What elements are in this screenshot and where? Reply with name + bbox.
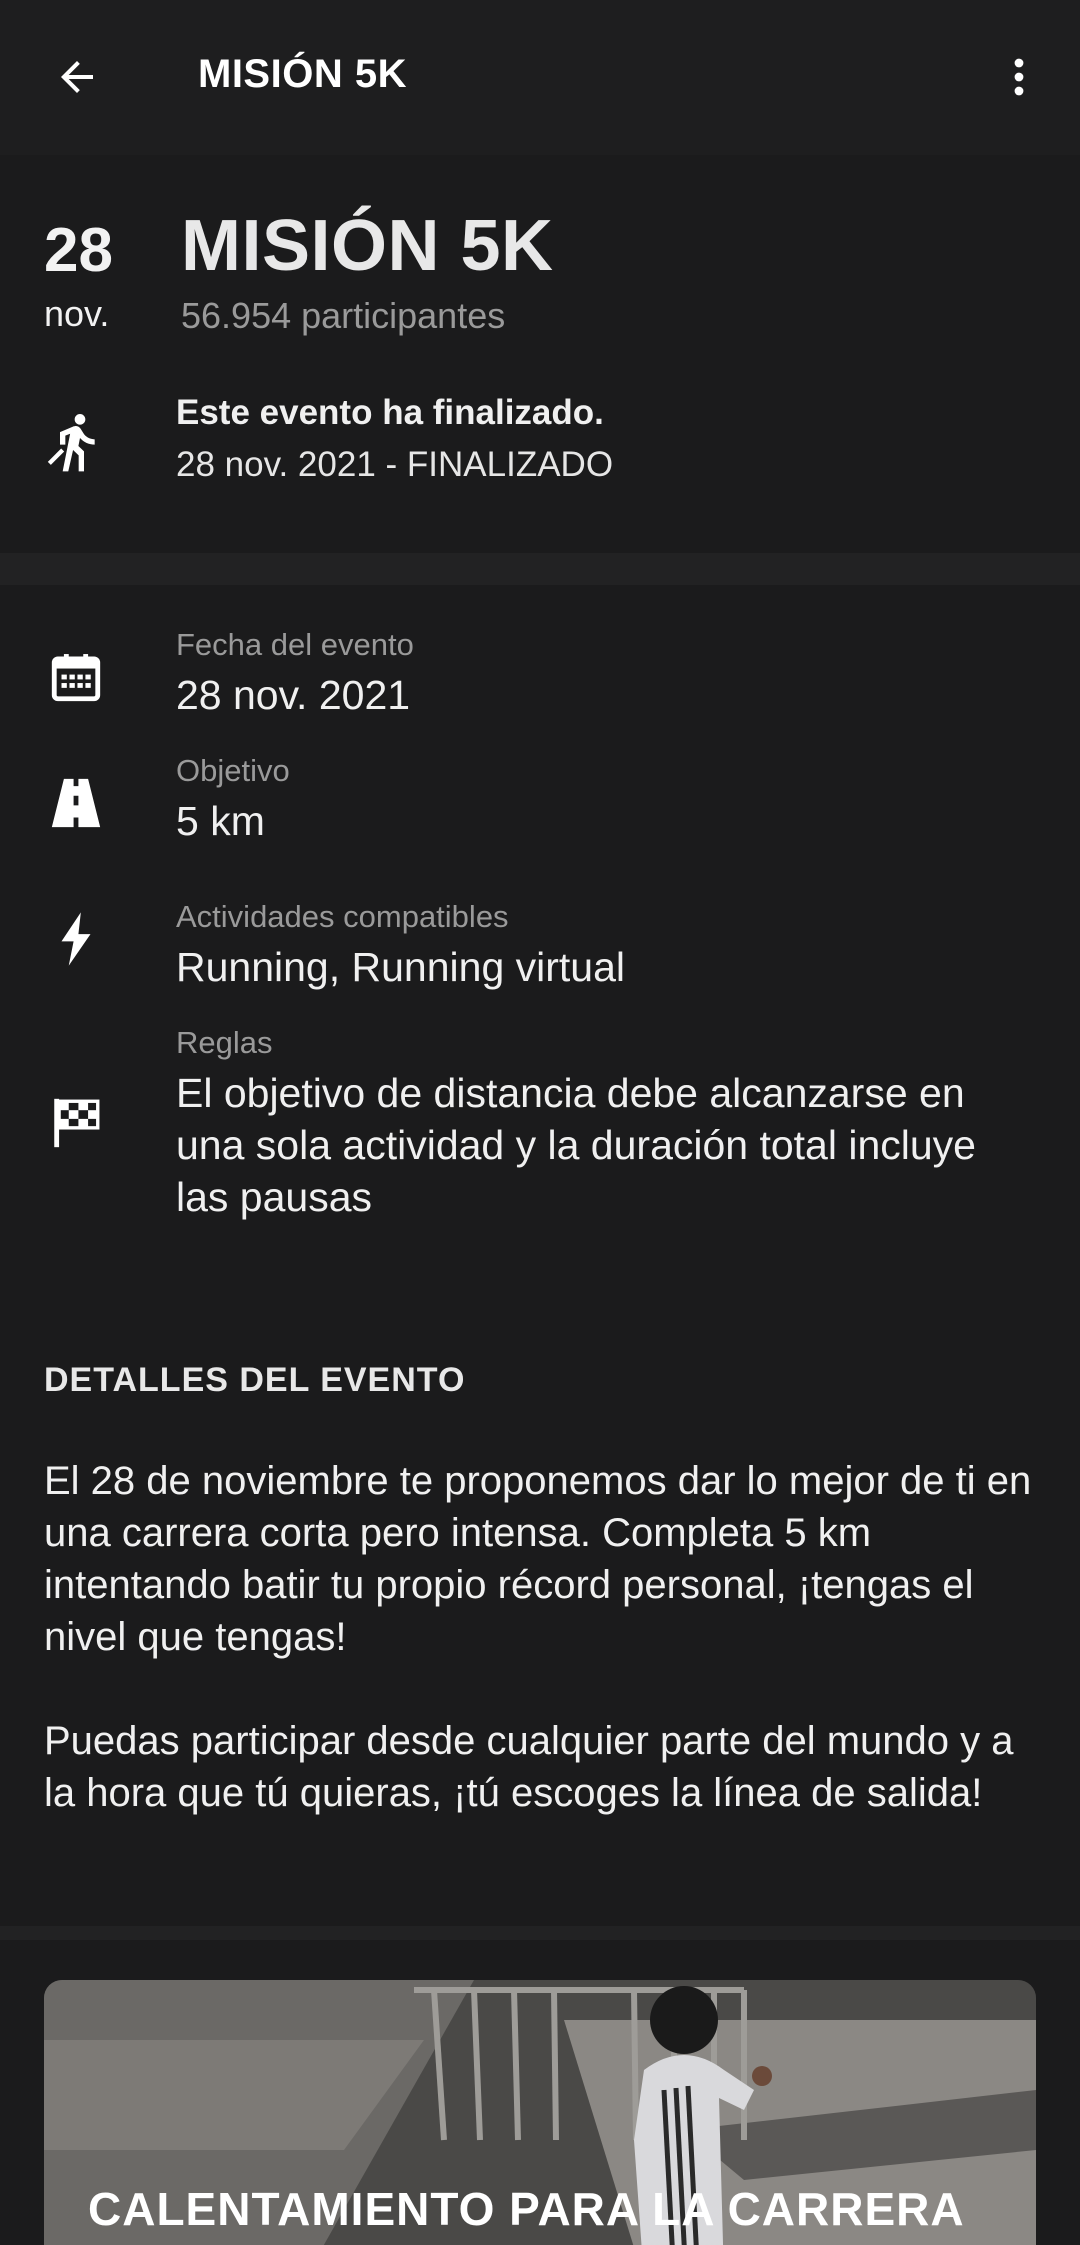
rules-label: Reglas (176, 1025, 273, 1060)
runner-icon (47, 414, 95, 472)
app-bar: MISIÓN 5K (0, 0, 1080, 155)
details-heading: DETALLES DEL EVENTO (44, 1361, 466, 1399)
participants-count: 56.954 participantes (181, 295, 506, 336)
warmup-section: CALENTAMIENTO PARA LA CARRERA (0, 1940, 1080, 2245)
status-title: Este evento ha finalizado. (176, 393, 604, 432)
checkered-flag-icon (44, 1091, 108, 1155)
event-month: nov. (44, 293, 110, 334)
card-title: CALENTAMIENTO PARA LA CARRERA (88, 2183, 965, 2235)
more-vert-icon (1014, 58, 1024, 96)
lightning-icon (44, 907, 108, 971)
road-icon (44, 771, 108, 835)
rules-value: El objetivo de distancia debe alcanzarse… (176, 1070, 976, 1220)
warmup-card[interactable]: CALENTAMIENTO PARA LA CARRERA (44, 1980, 1036, 2245)
event-day: 28 (44, 216, 113, 285)
arrow-left-icon (61, 61, 93, 93)
event-info: Fecha del evento 28 nov. 2021 Objetivo 5… (0, 585, 1080, 1301)
activities-label: Actividades compatibles (176, 899, 509, 934)
back-button[interactable] (40, 40, 114, 114)
app-bar-title: MISIÓN 5K (198, 52, 407, 96)
details-paragraph-1: El 28 de noviembre te proponemos dar lo … (44, 1459, 1032, 1659)
event-details: DETALLES DEL EVENTO El 28 de noviembre t… (0, 1301, 1080, 1926)
event-title: MISIÓN 5K (181, 206, 554, 286)
event-header: 28 nov. MISIÓN 5K 56.954 participantes E… (0, 155, 1080, 553)
status-subtitle: 28 nov. 2021 - FINALIZADO (176, 445, 614, 484)
event-date-label: Fecha del evento (176, 627, 414, 662)
objective-value: 5 km (176, 798, 265, 844)
details-paragraph-2: Puedas participar desde cualquier parte … (44, 1719, 1014, 1815)
calendar-icon (44, 645, 108, 709)
section-divider (0, 1926, 1080, 1940)
objective-label: Objetivo (176, 753, 290, 788)
section-divider (0, 553, 1080, 585)
event-date-value: 28 nov. 2021 (176, 672, 411, 718)
more-options-button[interactable] (982, 40, 1056, 114)
activities-value: Running, Running virtual (176, 944, 625, 990)
